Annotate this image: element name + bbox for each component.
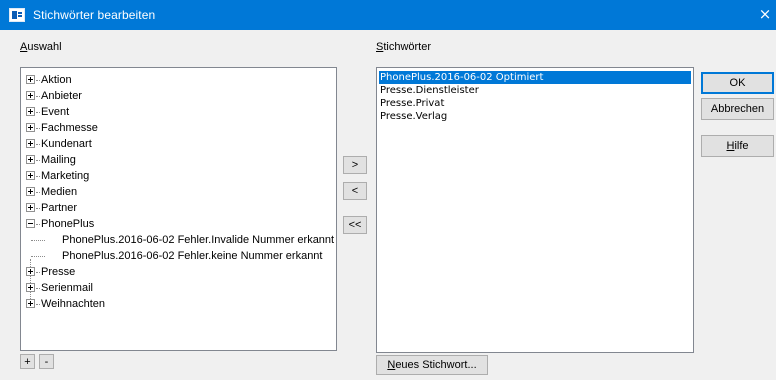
expand-plus-icon[interactable] — [26, 171, 35, 180]
tree-connector-line — [36, 128, 40, 129]
close-icon[interactable]: × — [756, 3, 774, 25]
expand-plus-icon[interactable] — [26, 187, 35, 196]
tree-connector-line — [36, 176, 40, 177]
remove-all-keywords-button[interactable]: << — [343, 216, 367, 234]
tree-connector-line — [36, 80, 40, 81]
keyword-list-item[interactable]: Presse.Dienstleister — [379, 84, 479, 97]
tree-connector-line — [36, 224, 40, 225]
app-window-icon — [9, 8, 25, 22]
collapse-minus-icon[interactable] — [26, 219, 35, 228]
expand-plus-icon[interactable] — [26, 155, 35, 164]
tree-node-label: Presse — [41, 266, 76, 278]
tree-node-label: Marketing — [41, 170, 90, 182]
remove-category-button[interactable]: - — [39, 354, 54, 369]
tree-connector-line — [36, 112, 40, 113]
cancel-button[interactable]: Abbrechen — [701, 98, 774, 120]
tree-connector-line — [36, 96, 40, 97]
add-keyword-button[interactable]: > — [343, 156, 367, 174]
tree-connector-line — [36, 304, 40, 305]
ok-button[interactable]: OK — [701, 72, 774, 94]
tree-connector-line — [36, 208, 40, 209]
tree-connector-line — [30, 259, 31, 299]
tree-connector-line — [36, 160, 40, 161]
add-category-button[interactable]: + — [20, 354, 35, 369]
tree-node-label: Event — [41, 106, 70, 118]
tree-node-label: Weihnachten — [41, 298, 106, 310]
tree-connector-line — [31, 240, 45, 241]
tree-node-label: Fachmesse — [41, 122, 98, 134]
expand-plus-icon[interactable] — [26, 203, 35, 212]
tree-connector-line — [36, 144, 40, 145]
tree-connector-line — [36, 192, 40, 193]
title-bar: Stichwörter bearbeiten × — [0, 0, 776, 30]
tree-node-label: Mailing — [41, 154, 76, 166]
tree-connector-line — [36, 272, 40, 273]
tree-node-label: PhonePlus.2016-06-02 Fehler.Invalide Num… — [62, 234, 335, 246]
stichwoerter-label: Stichwörter — [376, 41, 432, 53]
keyword-list-item[interactable]: PhonePlus.2016-06-02 Optimiert — [379, 71, 691, 84]
dialog-body: Auswahl Aktion Anbieter Event Fachmesse Kund… — [0, 30, 776, 380]
tree-connector-line — [31, 256, 45, 257]
tree-node-label: Aktion — [41, 74, 72, 86]
help-button[interactable]: Hilfe — [701, 135, 774, 157]
new-keyword-button[interactable]: Neues Stichwort... — [376, 355, 488, 375]
expand-plus-icon[interactable] — [26, 299, 35, 308]
expand-plus-icon[interactable] — [26, 267, 35, 276]
keyword-list-item[interactable]: Presse.Verlag — [379, 110, 447, 123]
keyword-list-item[interactable]: Presse.Privat — [379, 97, 444, 110]
expand-plus-icon[interactable] — [26, 107, 35, 116]
window-title: Stichwörter bearbeiten — [33, 8, 156, 22]
tree-node-label: Kundenart — [41, 138, 92, 150]
remove-keyword-button[interactable]: < — [343, 182, 367, 200]
tree-node-label: PhonePlus — [41, 218, 95, 230]
tree-node-label: Serienmail — [41, 282, 93, 294]
tree-node-label: Medien — [41, 186, 78, 198]
tree-node-label: PhonePlus.2016-06-02 Fehler.keine Nummer… — [62, 250, 323, 262]
stichwoerter-list[interactable]: PhonePlus.2016-06-02 Optimiert Presse.Die… — [376, 67, 694, 353]
expand-plus-icon[interactable] — [26, 91, 35, 100]
expand-plus-icon[interactable] — [26, 75, 35, 84]
expand-plus-icon[interactable] — [26, 283, 35, 292]
expand-plus-icon[interactable] — [26, 139, 35, 148]
auswahl-label: Auswahl — [20, 41, 62, 53]
expand-plus-icon[interactable] — [26, 123, 35, 132]
tree-connector-line — [36, 288, 40, 289]
tree-node-label: Anbieter — [41, 90, 82, 102]
tree-node-label: Partner — [41, 202, 78, 214]
auswahl-tree[interactable]: Aktion Anbieter Event Fachmesse Kundenart Mai… — [20, 67, 337, 351]
